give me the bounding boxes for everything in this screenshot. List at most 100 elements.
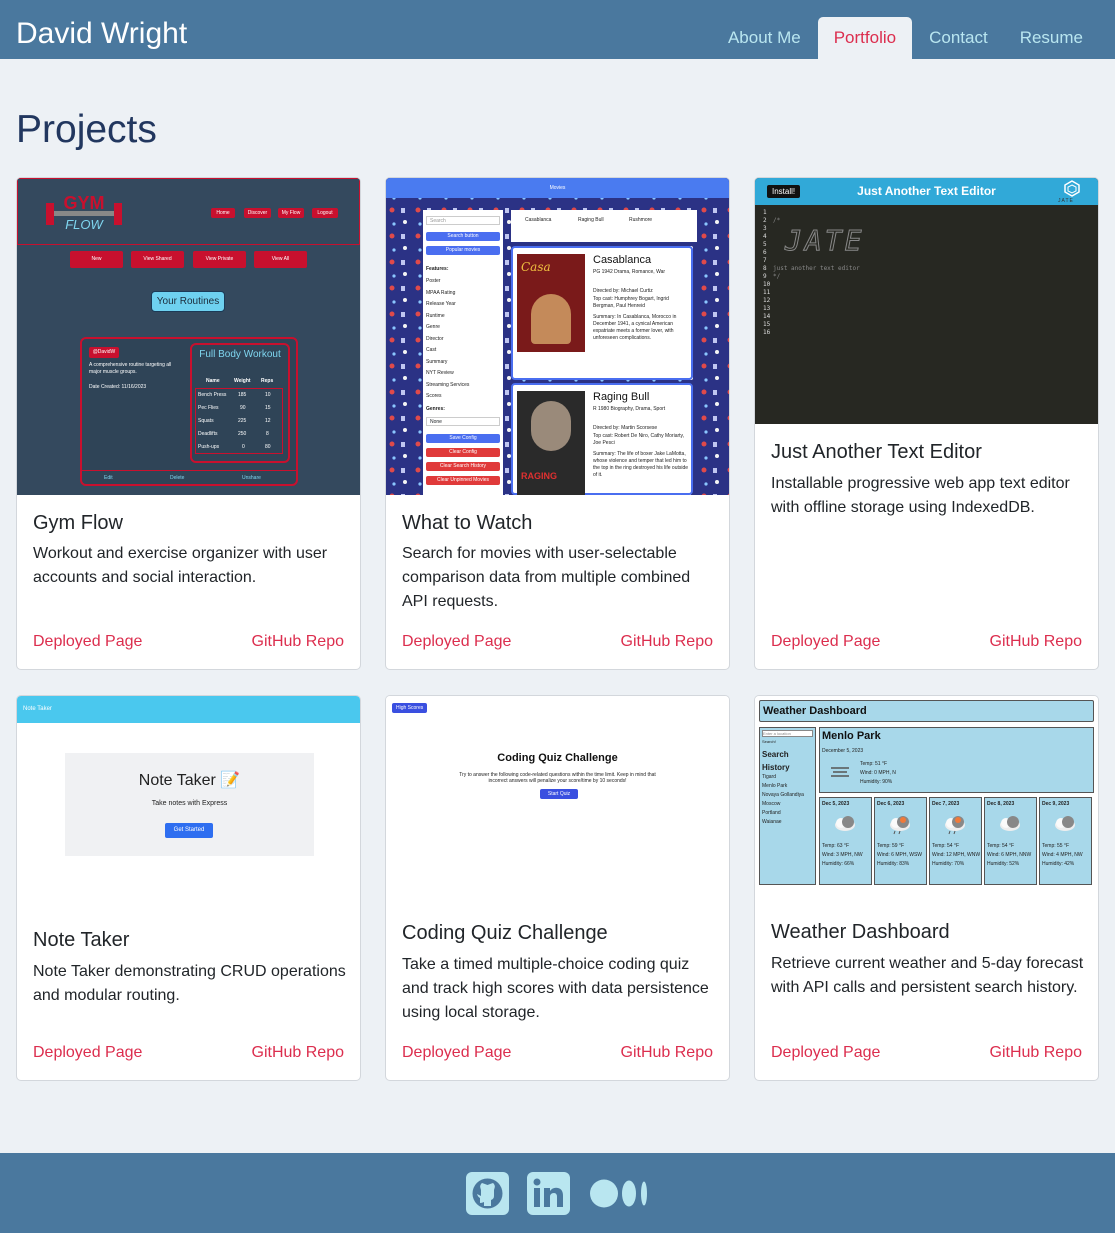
cloud-icon (1055, 816, 1075, 831)
watch-top-bar: Movies (386, 178, 729, 198)
coding-quiz-screenshot[interactable]: High Scores Coding Quiz Challenge Try to… (386, 696, 729, 901)
github-icon[interactable] (466, 1172, 509, 1215)
nav-contact[interactable]: Contact (913, 17, 1004, 59)
github-repo-link[interactable]: GitHub Repo (990, 632, 1083, 652)
gym-routines-label: Your Routines (151, 291, 225, 312)
gym-btn-all: View All (254, 251, 307, 268)
project-description: Search for movies with user-selectable c… (402, 545, 691, 610)
project-description: Workout and exercise organizer with user… (33, 545, 328, 586)
project-card-note-taker: Note Taker Note Taker 📝 Take notes with … (16, 695, 361, 1081)
nav-about-me[interactable]: About Me (712, 17, 817, 59)
svg-text:GYM: GYM (63, 193, 104, 213)
gym-nav-discover: Discover (244, 208, 271, 218)
gym-btn-shared: View Shared (131, 251, 184, 268)
jate-ascii-logo: JATE (784, 224, 865, 257)
site-brand[interactable]: David Wright (16, 17, 187, 51)
raging-bull-poster-icon: RAGING (517, 391, 585, 495)
forecast-detail: Humidity: 52% (987, 861, 1020, 867)
movie-card-casablanca: Casa Casablanca PG 1942 Drama, Romance, … (511, 246, 693, 380)
forecast-date: Dec 8, 2023 (987, 801, 1015, 807)
note-top-bar: Note Taker (17, 696, 360, 723)
weather-sidebar: Enter a location Search! Search History … (759, 727, 816, 885)
github-repo-link[interactable]: GitHub Repo (621, 632, 714, 652)
project-title: Coding Quiz Challenge (402, 922, 608, 944)
quiz-high-scores-button: High Scores (392, 703, 428, 713)
gym-flow-logo-icon: GYM FLOW (46, 193, 122, 232)
project-title: Just Another Text Editor (771, 441, 982, 463)
github-repo-link[interactable]: GitHub Repo (252, 632, 345, 652)
movie-card-raging-bull: RAGING Raging Bull R 1980 Biography, Dra… (511, 383, 693, 495)
project-card-what-to-watch: Movies Search Search button Popular movi… (385, 177, 730, 670)
gym-nav-myflow: My Flow (278, 208, 304, 218)
forecast-date: Dec 5, 2023 (822, 801, 850, 807)
jate-logo-icon (1064, 180, 1080, 197)
gym-btn-private: View Private (193, 251, 246, 268)
forecast-detail: Humidity: 83% (877, 861, 910, 867)
forecast-detail: Temp: 54 °F (987, 843, 1015, 849)
forecast-date: Dec 7, 2023 (932, 801, 960, 807)
quiz-start-button: Start Quiz (540, 789, 578, 799)
svg-text:FLOW: FLOW (65, 217, 104, 232)
forecast-detail: Wind: 6 MPH, NNW (987, 852, 1032, 858)
gym-nav-home: Home (211, 208, 235, 218)
jate-screenshot[interactable]: Install! Just Another Text Editor JATE 1… (755, 178, 1098, 424)
deployed-page-link[interactable]: Deployed Page (33, 1043, 142, 1063)
medium-icon[interactable] (589, 1172, 651, 1215)
note-jumbotron: Note Taker 📝 Take notes with Express Get… (65, 753, 314, 856)
cloud-icon (945, 816, 965, 835)
cloud-icon (890, 816, 910, 835)
project-card-weather: Weather Dashboard Enter a location Searc… (754, 695, 1099, 1081)
jate-line-numbers: 1 2 3 4 5 6 7 8 9 10 11 12 13 14 15 16 (763, 209, 771, 336)
site-footer (0, 1153, 1115, 1233)
gym-nav-logout: Logout (312, 208, 338, 218)
github-repo-link[interactable]: GitHub Repo (252, 1043, 345, 1063)
fog-icon (831, 767, 849, 777)
project-card-coding-quiz: High Scores Coding Quiz Challenge Try to… (385, 695, 730, 1081)
forecast-detail: Temp: 54 °F (932, 843, 960, 849)
deployed-page-link[interactable]: Deployed Page (402, 1043, 511, 1063)
nav-portfolio[interactable]: Portfolio (817, 17, 913, 59)
project-title: Note Taker (33, 929, 130, 951)
what-to-watch-screenshot[interactable]: Movies Search Search button Popular movi… (386, 178, 729, 495)
weather-screenshot[interactable]: Weather Dashboard Enter a location Searc… (755, 696, 1098, 891)
deployed-page-link[interactable]: Deployed Page (771, 632, 880, 652)
gym-flow-screenshot[interactable]: GYM FLOW Home Discover My Flow Logout Ne… (17, 178, 360, 495)
jate-top-bar: Install! Just Another Text Editor JATE (755, 178, 1098, 205)
main-nav: About Me Portfolio Contact Resume (712, 17, 1099, 59)
forecast-day: Dec 7, 2023 Temp: 54 °F Wind: 12 MPH, WNW H… (929, 797, 982, 885)
forecast-detail: Humidity: 70% (932, 861, 965, 867)
deployed-page-link[interactable]: Deployed Page (33, 632, 142, 652)
project-description: Take a timed multiple-choice coding quiz… (402, 956, 709, 1021)
project-description: Note Taker demonstrating CRUD operations… (33, 963, 346, 1004)
cloud-icon (835, 816, 855, 831)
deployed-page-link[interactable]: Deployed Page (402, 632, 511, 652)
forecast-day: Dec 6, 2023 Temp: 59 °F Wind: 6 MPH, WSW Hu… (874, 797, 927, 885)
nav-resume[interactable]: Resume (1004, 17, 1099, 59)
deployed-page-link[interactable]: Deployed Page (771, 1043, 880, 1063)
github-repo-link[interactable]: GitHub Repo (621, 1043, 714, 1063)
casablanca-poster-icon: Casa (517, 254, 585, 352)
forecast-detail: Wind: 6 MPH, WSW (877, 852, 923, 858)
project-card-gym-flow: GYM FLOW Home Discover My Flow Logout Ne… (16, 177, 361, 670)
forecast-detail: Humidity: 66% (822, 861, 855, 867)
github-repo-link[interactable]: GitHub Repo (990, 1043, 1083, 1063)
note-taker-screenshot[interactable]: Note Taker Note Taker 📝 Take notes with … (17, 696, 360, 907)
forecast-detail: Wind: 4 MPH, NW (1042, 852, 1083, 858)
weather-current: Menlo Park December 5, 2023 Temp: 51 °F … (819, 727, 1094, 793)
forecast-day: Dec 5, 2023 Temp: 63 °F Wind: 3 MPH, NW Hum… (819, 797, 872, 885)
gym-btn-new: New (70, 251, 123, 268)
linkedin-icon[interactable] (527, 1172, 570, 1215)
project-card-jate: Install! Just Another Text Editor JATE 1… (754, 177, 1099, 670)
project-description: Retrieve current weather and 5-day forec… (771, 955, 1084, 996)
cloud-icon (1000, 816, 1020, 831)
forecast-detail: Temp: 55 °F (1042, 843, 1070, 849)
page-title: Projects (16, 108, 157, 151)
gym-header: GYM FLOW Home Discover My Flow Logout (17, 178, 360, 245)
project-title: Gym Flow (33, 512, 123, 534)
forecast-day: Dec 9, 2023 Temp: 55 °F Wind: 4 MPH, NW Hum… (1039, 797, 1092, 885)
forecast-detail: Humidity: 42% (1042, 861, 1075, 867)
project-title: Weather Dashboard (771, 921, 950, 943)
project-title: What to Watch (402, 512, 533, 534)
gym-exercise-table: Bench Press 185 10 Pec Flies 90 15 Squats 225… (195, 388, 283, 454)
forecast-detail: Wind: 12 MPH, WNW (932, 852, 981, 858)
